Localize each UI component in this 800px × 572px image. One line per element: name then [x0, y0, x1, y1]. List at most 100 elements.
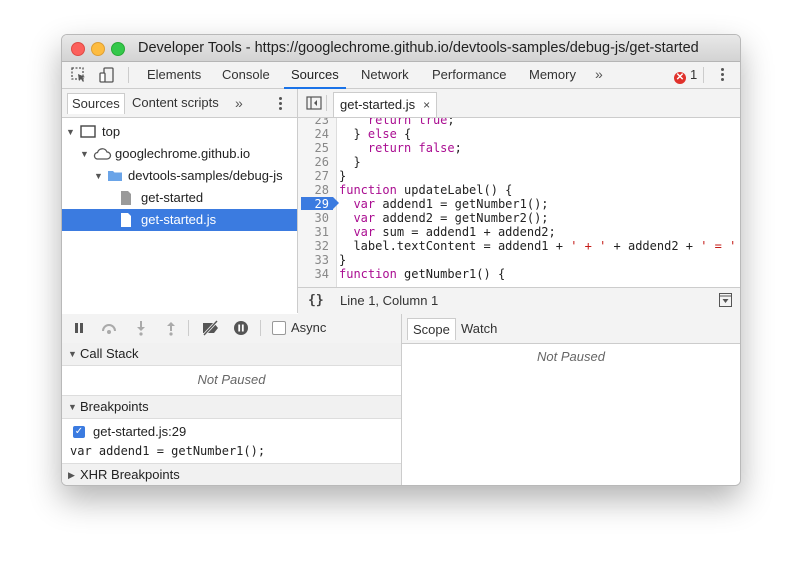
file-icon — [121, 191, 131, 205]
tab-sources[interactable]: Sources — [284, 62, 346, 89]
tree-item-domain[interactable]: ▼ googlechrome.github.io — [62, 143, 297, 165]
call-stack-status: Not Paused — [197, 372, 266, 387]
device-toolbar-icon[interactable] — [98, 66, 116, 84]
line-number[interactable]: 25 — [299, 141, 329, 155]
expand-arrow-icon: ▼ — [68, 402, 77, 412]
tab-memory[interactable]: Memory — [529, 62, 576, 87]
tab-navigator-sources[interactable]: Sources — [67, 93, 125, 114]
editor-status-bar: {} Line 1, Column 1 — [298, 287, 740, 314]
title-bar: Developer Tools - https://googlechrome.g… — [62, 35, 740, 62]
tab-network[interactable]: Network — [361, 62, 409, 87]
tree-item-get-started-js[interactable]: get-started.js — [62, 209, 297, 231]
line-number[interactable]: 33 — [299, 253, 329, 267]
expand-arrow-icon: ▼ — [68, 349, 77, 359]
close-tab-icon[interactable]: × — [423, 98, 430, 112]
line-number[interactable]: 26 — [299, 155, 329, 169]
maximize-window-button[interactable] — [111, 42, 125, 56]
folder-icon — [108, 171, 122, 181]
code-line: var sum = addend1 + addend2; — [353, 225, 556, 239]
step-into-icon[interactable] — [132, 320, 150, 336]
breakpoint-location[interactable]: get-started.js:29 — [93, 424, 186, 439]
editor-tabs: get-started.js × — [298, 89, 740, 118]
file-tab-label: get-started.js — [340, 97, 416, 112]
step-out-icon[interactable] — [162, 320, 180, 336]
tree-item-folder[interactable]: ▼ devtools-samples/debug-js — [62, 165, 297, 187]
code-line: return true; — [367, 118, 455, 127]
more-tabs-button[interactable]: » — [595, 62, 603, 87]
file-tab-get-started-js[interactable]: get-started.js × — [333, 92, 438, 117]
window-title: Developer Tools - https://googlechrome.g… — [138, 40, 699, 56]
tab-performance[interactable]: Performance — [432, 62, 506, 87]
debugger-pane: Async ▼ Call Stack Not Paused ▼ Breakpoi… — [62, 314, 402, 485]
line-number[interactable]: 32 — [299, 239, 329, 253]
tab-content-scripts[interactable]: Content scripts — [128, 93, 223, 113]
tree-item-top[interactable]: ▼ top — [62, 121, 297, 143]
line-number[interactable]: 23 — [299, 118, 329, 127]
code-line: } — [339, 169, 347, 183]
minimize-window-button[interactable] — [91, 42, 105, 56]
xhr-breakpoints-header[interactable]: ▶ XHR Breakpoints — [62, 463, 401, 485]
panel-tab-bar: Elements Console Sources Network Perform… — [62, 62, 740, 89]
code-line: function getNumber1() { — [339, 267, 506, 281]
error-count: 1 — [690, 67, 698, 82]
tab-console[interactable]: Console — [222, 62, 270, 87]
breakpoints-header[interactable]: ▼ Breakpoints — [62, 395, 401, 419]
error-icon: ✕ — [674, 72, 686, 84]
code-editor[interactable]: 23 24 25 26 27 28 29 30 31 32 33 34 retu… — [298, 118, 740, 287]
code-line: } — [339, 155, 361, 169]
tab-elements[interactable]: Elements — [147, 62, 201, 87]
pause-icon[interactable] — [70, 320, 88, 336]
pause-on-exceptions-icon[interactable] — [232, 320, 250, 336]
line-gutter: 23 24 25 26 27 28 29 30 31 32 33 34 — [298, 118, 339, 287]
toolbar-separator — [188, 320, 189, 336]
navigator-menu-icon[interactable] — [275, 95, 285, 113]
toolbar-separator — [128, 67, 129, 83]
devtools-window: Developer Tools - https://googlechrome.g… — [61, 34, 741, 486]
navigator-pane: Sources Content scripts » ▼ top ▼ google… — [62, 89, 298, 313]
inspect-element-icon[interactable] — [70, 66, 88, 84]
line-number[interactable]: 31 — [299, 225, 329, 239]
step-over-icon[interactable] — [100, 320, 118, 336]
async-label: Async — [291, 320, 327, 335]
pretty-print-button[interactable]: {} — [308, 293, 324, 308]
line-number[interactable]: 27 — [299, 169, 329, 183]
expand-arrow-icon: ▼ — [80, 149, 89, 159]
scope-tabs: Scope Watch — [402, 314, 740, 344]
code-line: } — [339, 253, 347, 267]
deactivate-breakpoints-icon[interactable] — [200, 320, 222, 336]
tree-item-get-started[interactable]: get-started — [62, 187, 297, 209]
cursor-position: Line 1, Column 1 — [340, 293, 439, 308]
line-number[interactable]: 34 — [299, 267, 329, 281]
line-number-breakpoint[interactable]: 29 — [299, 197, 329, 211]
breakpoint-code[interactable]: var addend1 = getNumber1(); — [70, 444, 265, 458]
toolbar-separator — [703, 67, 704, 83]
close-window-button[interactable] — [71, 42, 85, 56]
code-line: label.textContent = addend1 + ' + ' + ad… — [339, 239, 737, 253]
navigator-tabs: Sources Content scripts » — [62, 89, 297, 118]
frame-icon — [80, 125, 96, 138]
toolbar-separator — [260, 320, 261, 336]
file-icon — [121, 213, 131, 227]
code-line: } else { — [339, 127, 412, 141]
cloud-icon — [93, 148, 112, 160]
breakpoint-checkbox[interactable]: ✓ — [73, 426, 85, 438]
tab-scope[interactable]: Scope — [407, 318, 456, 340]
code-line: return false; — [367, 141, 462, 155]
call-stack-header[interactable]: ▼ Call Stack — [62, 343, 401, 366]
debugger-toolbar: Async — [62, 314, 401, 344]
error-counter[interactable]: ✕ 1 — [674, 67, 698, 84]
tab-watch[interactable]: Watch — [456, 318, 502, 339]
code-line: function updateLabel() { — [339, 183, 513, 197]
code-line: var addend1 = getNumber1(); — [353, 197, 549, 211]
toolbar-separator — [326, 95, 327, 111]
async-checkbox[interactable] — [272, 321, 286, 335]
line-number[interactable]: 30 — [299, 211, 329, 225]
toggle-navigator-icon[interactable] — [306, 96, 322, 110]
customize-menu-icon[interactable] — [717, 66, 727, 84]
scope-pane: Scope Watch Not Paused — [402, 314, 740, 485]
line-number[interactable]: 28 — [299, 183, 329, 197]
toggle-debugger-icon[interactable] — [719, 293, 732, 307]
line-number[interactable]: 24 — [299, 127, 329, 141]
more-navigator-tabs-button[interactable]: » — [235, 89, 243, 117]
expand-arrow-icon: ▼ — [66, 127, 75, 137]
